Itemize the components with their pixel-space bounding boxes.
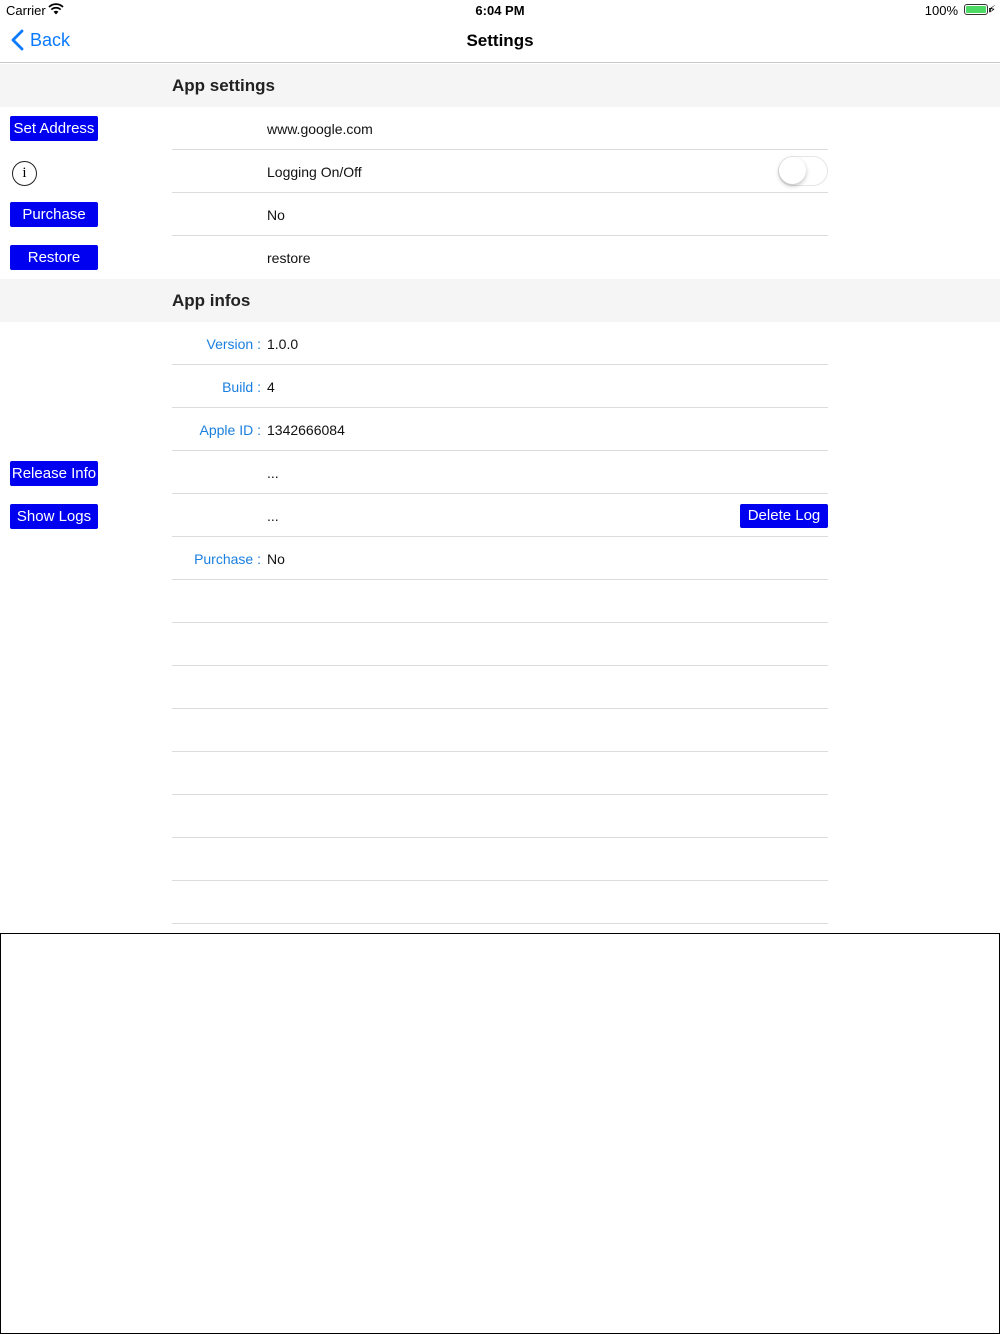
empty-row — [172, 580, 828, 623]
purchase-status-value: No — [267, 207, 285, 223]
navigation-bar: Back Settings — [0, 20, 1000, 63]
empty-row — [172, 666, 828, 709]
toggle-knob — [779, 157, 806, 184]
battery-percentage: 100% — [924, 3, 958, 18]
section-title: App settings — [172, 76, 275, 95]
logging-toggle[interactable] — [778, 156, 828, 186]
version-value: 1.0.0 — [267, 336, 299, 352]
delete-log-button[interactable]: Delete Log — [740, 504, 828, 528]
restore-value: restore — [267, 250, 311, 266]
restore-row: restore — [172, 236, 828, 279]
page-title: Settings — [466, 31, 534, 50]
purchase-row: No — [172, 193, 828, 236]
info-icon[interactable]: i — [12, 161, 37, 186]
empty-row — [172, 709, 828, 752]
empty-row — [172, 623, 828, 666]
battery-icon — [964, 4, 991, 15]
clock: 6:04 PM — [475, 3, 525, 18]
empty-row — [172, 795, 828, 838]
address-row: www.google.com — [172, 107, 828, 150]
purchase-button[interactable]: Purchase — [10, 202, 98, 227]
apple-id-value: 1342666084 — [267, 422, 345, 438]
build-row: Build : 4 — [172, 365, 828, 408]
show-logs-row: ... Delete Log — [172, 494, 828, 537]
restore-button[interactable]: Restore — [10, 245, 98, 270]
logging-label: Logging On/Off — [267, 164, 362, 180]
section-title: App infos — [172, 291, 251, 310]
status-bar: Carrier 6:04 PM 100% ⚡ — [0, 0, 1000, 20]
build-label: Build : — [222, 379, 261, 395]
build-value: 4 — [267, 379, 275, 395]
logging-row: Logging On/Off — [172, 150, 828, 193]
log-panel — [0, 933, 1000, 1334]
empty-row — [172, 752, 828, 795]
empty-row — [172, 881, 828, 924]
show-logs-button[interactable]: Show Logs — [10, 504, 98, 529]
purchase-label: Purchase : — [194, 551, 261, 567]
section-header-app-infos: App infos — [0, 279, 1000, 322]
apple-id-label: Apple ID : — [199, 422, 261, 438]
release-info-button[interactable]: Release Info — [10, 461, 98, 486]
version-label: Version : — [206, 336, 261, 352]
purchase-info-row: Purchase : No — [172, 537, 828, 580]
section-header-app-settings: App settings — [0, 64, 1000, 107]
release-info-value: ... — [267, 465, 279, 481]
purchase-info-value: No — [267, 551, 285, 567]
address-value: www.google.com — [267, 121, 373, 137]
version-row: Version : 1.0.0 — [172, 322, 828, 365]
apple-id-row: Apple ID : 1342666084 — [172, 408, 828, 451]
set-address-button[interactable]: Set Address — [10, 116, 98, 141]
charging-icon: ⚡ — [988, 4, 996, 16]
show-logs-value: ... — [267, 508, 279, 524]
release-info-row: ... — [172, 451, 828, 494]
empty-row — [172, 838, 828, 881]
